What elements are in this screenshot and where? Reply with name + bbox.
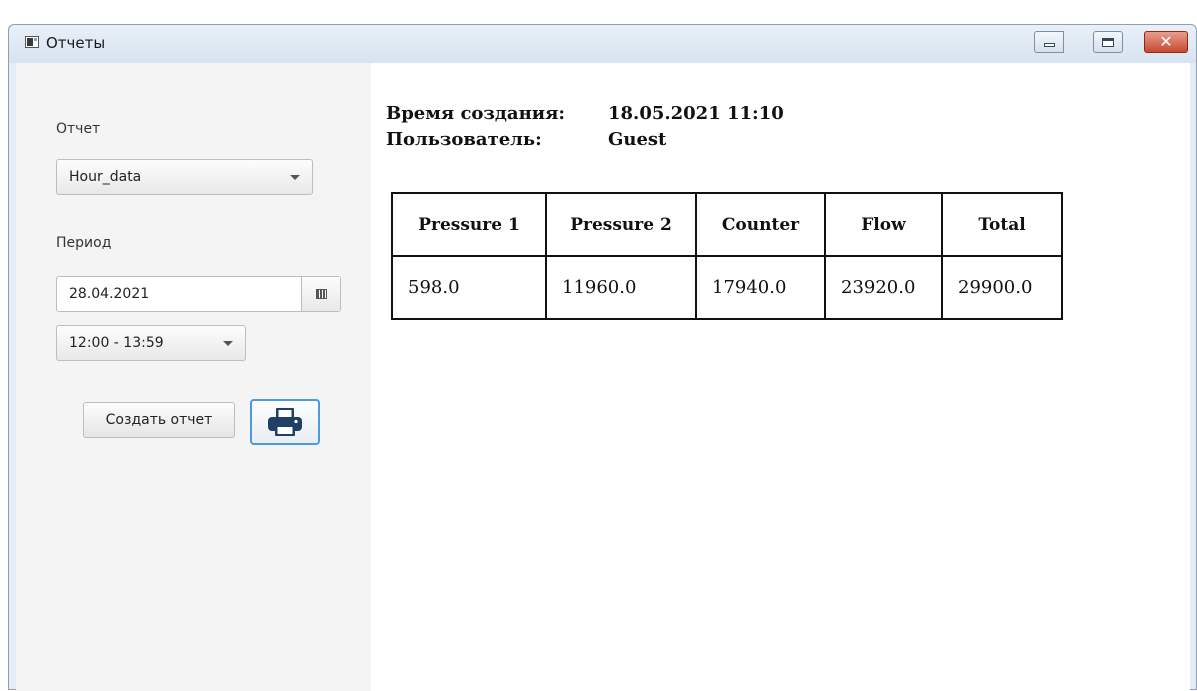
created-time-label: Время создания: xyxy=(386,103,566,124)
sidebar: Отчет Hour_data Период 28.04.2021 12:00 … xyxy=(16,63,371,691)
app-icon xyxy=(25,36,39,48)
table-cell: 598.0 xyxy=(391,255,547,320)
chevron-down-icon xyxy=(290,175,300,180)
app-window: Отчеты ✕ Отчет Hour_data Период 28.04.20… xyxy=(8,24,1197,691)
table-cell: 29900.0 xyxy=(941,255,1063,320)
date-picker[interactable]: 28.04.2021 xyxy=(56,276,341,312)
report-header: Время создания: 18.05.2021 11:10 Пользова… xyxy=(386,103,784,155)
column-header: Pressure 1 xyxy=(391,192,547,257)
table-cell: 23920.0 xyxy=(824,255,943,320)
minimize-icon xyxy=(1043,43,1055,47)
printer-icon xyxy=(268,408,302,436)
close-button[interactable]: ✕ xyxy=(1144,31,1188,53)
table-cell: 11960.0 xyxy=(545,255,697,320)
user-value: Guest xyxy=(608,129,667,150)
window-title: Отчеты xyxy=(46,34,106,52)
time-range-value: 12:00 - 13:59 xyxy=(69,335,164,351)
maximize-button[interactable] xyxy=(1093,31,1123,53)
print-button[interactable] xyxy=(250,399,320,445)
column-header: Total xyxy=(941,192,1063,257)
table-cell: 17940.0 xyxy=(695,255,826,320)
chevron-down-icon xyxy=(223,341,233,346)
calendar-icon xyxy=(315,289,327,299)
column-header: Pressure 2 xyxy=(545,192,697,257)
title-bar[interactable]: Отчеты ✕ xyxy=(9,25,1196,63)
table-header-row: Pressure 1 Pressure 2 Counter Flow Total xyxy=(391,192,1063,257)
created-time-value: 18.05.2021 11:10 xyxy=(608,103,784,124)
report-label: Отчет xyxy=(56,121,101,137)
date-input[interactable]: 28.04.2021 xyxy=(57,277,301,311)
minimize-button[interactable] xyxy=(1034,31,1064,53)
calendar-button[interactable] xyxy=(301,277,340,311)
report-table: Pressure 1 Pressure 2 Counter Flow Total… xyxy=(391,192,1063,320)
period-label: Период xyxy=(56,235,112,251)
user-label: Пользователь: xyxy=(386,129,542,150)
report-select[interactable]: Hour_data xyxy=(56,159,313,195)
maximize-icon xyxy=(1102,37,1114,47)
table-row: 598.0 11960.0 17940.0 23920.0 29900.0 xyxy=(391,255,1063,320)
time-range-select[interactable]: 12:00 - 13:59 xyxy=(56,325,246,361)
report-select-value: Hour_data xyxy=(69,169,142,185)
close-icon: ✕ xyxy=(1159,32,1173,51)
content-area: Отчет Hour_data Период 28.04.2021 12:00 … xyxy=(16,63,1190,691)
column-header: Flow xyxy=(824,192,943,257)
column-header: Counter xyxy=(695,192,826,257)
create-report-button[interactable]: Создать отчет xyxy=(83,402,235,438)
